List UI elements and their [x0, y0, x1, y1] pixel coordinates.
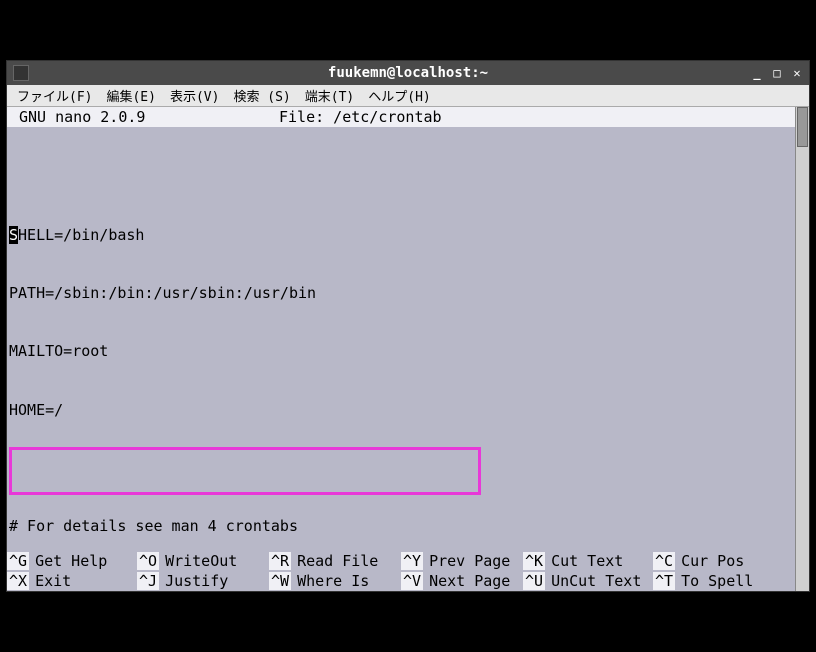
justify-shortcut: ^JJustify: [137, 572, 269, 590]
menu-file[interactable]: ファイル(F): [11, 84, 98, 107]
exit-shortcut: ^XExit: [7, 572, 137, 590]
editor-line: MAILTO=root: [7, 342, 809, 361]
menu-help[interactable]: ヘルプ(H): [362, 84, 436, 107]
editor-line: # For details see man 4 crontabs: [7, 517, 809, 536]
writeout-shortcut: ^OWriteOut: [137, 552, 269, 570]
menu-terminal[interactable]: 端末(T): [299, 84, 360, 107]
window-icon: [13, 65, 29, 81]
nano-file-label: File: /etc/crontab: [279, 108, 442, 126]
cuttext-shortcut: ^KCut Text: [523, 552, 653, 570]
cursor: S: [9, 226, 18, 244]
editor-line: SHELL=/bin/bash: [7, 226, 809, 245]
menu-view[interactable]: 表示(V): [164, 84, 225, 107]
footer-row-1: ^GGet Help ^OWriteOut ^RRead File ^YPrev…: [7, 551, 795, 571]
menubar: ファイル(F) 編集(E) 表示(V) 検索 (S) 端末(T) ヘルプ(H): [7, 85, 809, 107]
whereis-shortcut: ^WWhere Is: [269, 572, 401, 590]
nano-version: GNU nano 2.0.9: [19, 108, 279, 126]
window-title: fuukemn@localhost:~: [328, 65, 488, 81]
editor-line: [7, 168, 809, 187]
maximize-button[interactable]: □: [769, 65, 785, 81]
uncut-shortcut: ^UUnCut Text: [523, 572, 653, 590]
prevpage-shortcut: ^YPrev Page: [401, 552, 523, 570]
terminal-area[interactable]: GNU nano 2.0.9 File: /etc/crontab SHELL=…: [7, 107, 809, 591]
window-controls: _ □ ✕: [749, 65, 805, 81]
editor-line: [7, 459, 809, 478]
editor-content[interactable]: SHELL=/bin/bash PATH=/sbin:/bin:/usr/sbi…: [7, 127, 809, 591]
editor-line: HOME=/: [7, 401, 809, 420]
terminal-window: fuukemn@localhost:~ _ □ ✕ ファイル(F) 編集(E) …: [6, 60, 810, 592]
help-shortcut: ^GGet Help: [7, 552, 137, 570]
menu-search[interactable]: 検索 (S): [227, 84, 296, 107]
curpos-shortcut: ^CCur Pos: [653, 552, 783, 570]
scrollbar[interactable]: [795, 107, 809, 591]
close-button[interactable]: ✕: [789, 65, 805, 81]
scrollbar-thumb[interactable]: [797, 107, 808, 147]
readfile-shortcut: ^RRead File: [269, 552, 401, 570]
nextpage-shortcut: ^VNext Page: [401, 572, 523, 590]
nano-footer: ^GGet Help ^OWriteOut ^RRead File ^YPrev…: [7, 551, 795, 591]
editor-line: PATH=/sbin:/bin:/usr/sbin:/usr/bin: [7, 284, 809, 303]
minimize-button[interactable]: _: [749, 65, 765, 81]
titlebar: fuukemn@localhost:~ _ □ ✕: [7, 61, 809, 85]
nano-header: GNU nano 2.0.9 File: /etc/crontab: [7, 107, 809, 127]
tospell-shortcut: ^TTo Spell: [653, 572, 783, 590]
footer-row-2: ^XExit ^JJustify ^WWhere Is ^VNext Page …: [7, 571, 795, 591]
menu-edit[interactable]: 編集(E): [100, 84, 161, 107]
